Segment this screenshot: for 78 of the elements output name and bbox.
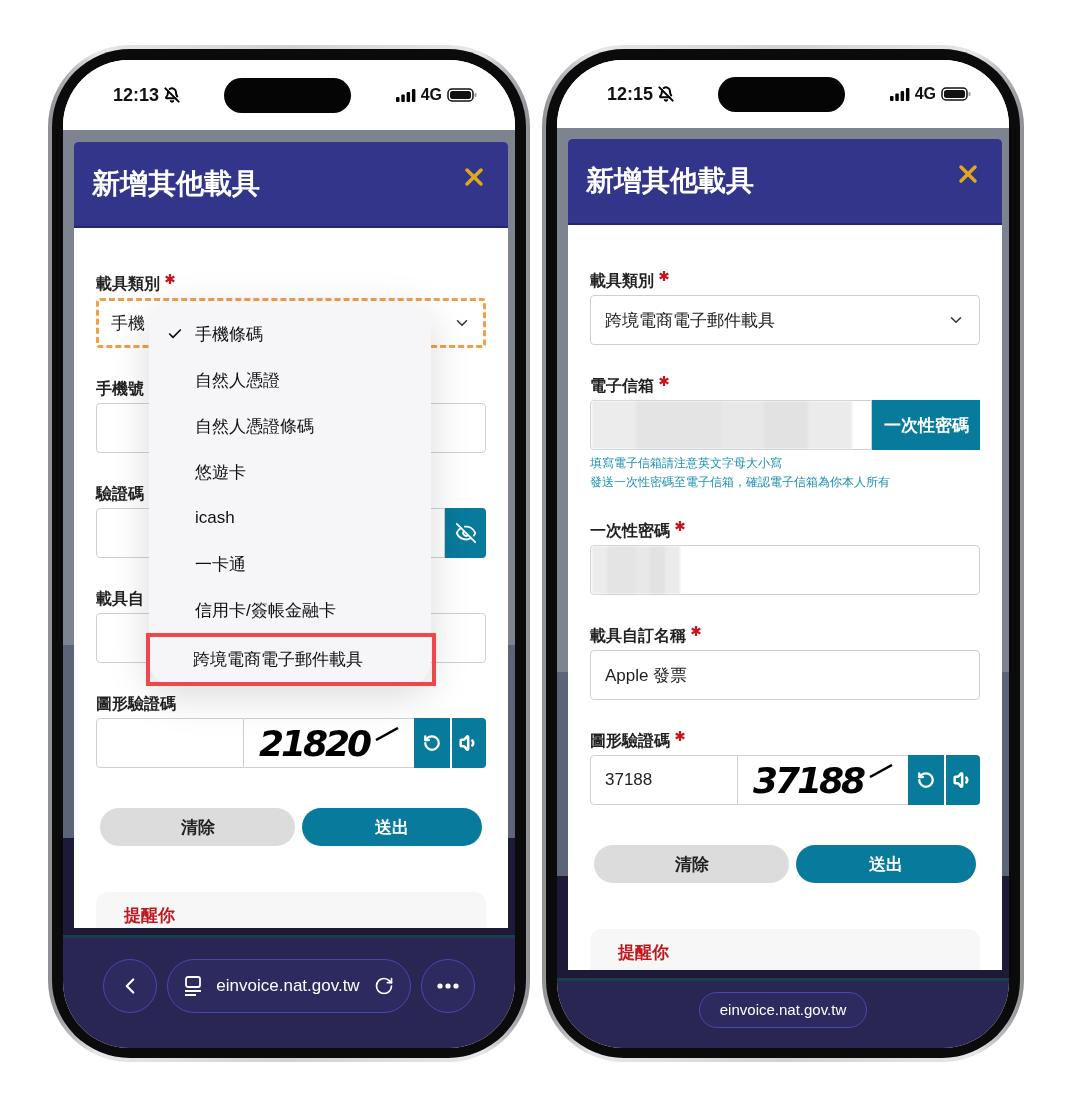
option-label: 跨境電商電子郵件載具 <box>193 649 363 671</box>
option-label: icash <box>195 508 235 528</box>
captcha-text: 37188 <box>752 759 864 801</box>
field-label: 一次性密碼 <box>590 521 670 541</box>
network-label: 4G <box>914 85 936 103</box>
field-label: 驗證碼 <box>96 484 144 504</box>
required-icon <box>675 521 685 531</box>
eye-off-icon <box>454 522 477 544</box>
refresh-icon <box>917 771 935 789</box>
status-time: 12:15 <box>607 83 654 105</box>
required-icon <box>659 376 669 386</box>
menu-option[interactable]: 悠遊卡 <box>149 449 431 495</box>
option-label: 信用卡/簽帳金融卡 <box>195 599 336 622</box>
url-text: einvoice.nat.gov.tw <box>216 976 360 996</box>
dialog-title: 新增其他載具 <box>92 167 260 201</box>
clear-button[interactable]: 清除 <box>100 808 295 846</box>
option-label: 悠遊卡 <box>195 461 246 484</box>
menu-option[interactable]: 自然人憑證 <box>149 357 431 403</box>
field-label: 圖形驗證碼 <box>590 731 670 751</box>
input-field[interactable]: Apple 發票 <box>590 650 980 700</box>
field-label: 圖形驗證碼 <box>96 694 176 714</box>
strike-line <box>375 727 400 741</box>
field-label: 載具自訂名稱 <box>590 626 686 646</box>
audio-button[interactable] <box>946 755 980 805</box>
hide-password-button[interactable] <box>445 508 486 558</box>
input-field[interactable] <box>590 545 980 595</box>
battery-icon <box>447 88 477 102</box>
notice-title: 提醒你 <box>618 943 669 962</box>
more-button[interactable] <box>420 959 475 1013</box>
url-field[interactable]: einvoice.nat.gov.tw <box>698 991 868 1028</box>
clear-button[interactable]: 清除 <box>594 845 789 883</box>
signal-icon <box>889 87 910 101</box>
bell-off-icon <box>164 87 181 103</box>
dialog-title: 新增其他載具 <box>586 164 754 198</box>
field-label: 電子信箱 <box>590 376 654 396</box>
signal-icon <box>395 88 416 102</box>
refresh-icon <box>423 734 441 752</box>
hint-text: 填寫電子信箱請注意英文字母大小寫 <box>590 455 783 471</box>
menu-option[interactable]: icash <box>149 495 431 541</box>
required-icon <box>691 626 701 636</box>
input-field[interactable]: 37188 <box>590 755 738 805</box>
submit-button[interactable]: 送出 <box>302 808 482 846</box>
notice-title: 提醒你 <box>124 906 175 925</box>
url-field[interactable]: einvoice.nat.gov.tw <box>167 959 411 1013</box>
option-label: 手機條碼 <box>195 323 263 346</box>
field-label: 載具類別 <box>590 271 654 291</box>
select-field[interactable]: 跨境電商電子郵件載具 <box>590 295 980 345</box>
submit-button[interactable]: 送出 <box>796 845 976 883</box>
required-icon <box>659 271 669 281</box>
audio-button[interactable] <box>452 718 486 768</box>
field-label: 載具類別 <box>96 274 160 294</box>
hint-text: 發送一次性密碼至電子信箱，確認電子信箱為你本人所有 <box>590 474 891 490</box>
option-label: 自然人憑證 <box>195 369 280 392</box>
menu-option[interactable]: 跨境電商電子郵件載具 <box>146 633 436 686</box>
input-field[interactable] <box>96 718 244 768</box>
option-label: 一卡通 <box>195 553 246 576</box>
captcha-text: 21820 <box>258 722 370 764</box>
refresh-button[interactable] <box>908 755 944 805</box>
strike-line <box>869 764 894 778</box>
field-label: 載具自 <box>96 589 144 609</box>
menu-option[interactable]: 信用卡/簽帳金融卡 <box>149 587 431 633</box>
menu-option[interactable]: 自然人憑證條碼 <box>149 403 431 449</box>
reload-icon <box>373 976 394 996</box>
required-icon <box>165 274 175 284</box>
send-password-button[interactable]: 一次性密碼 <box>872 400 980 450</box>
option-label: 自然人憑證條碼 <box>195 415 314 438</box>
menu-option[interactable]: 手機條碼 <box>149 311 431 357</box>
status-time: 12:13 <box>113 84 160 106</box>
network-label: 4G <box>420 86 442 104</box>
required-icon <box>675 731 685 741</box>
bell-off-icon <box>658 86 675 102</box>
url-text: einvoice.nat.gov.tw <box>719 1001 847 1018</box>
battery-icon <box>941 87 971 101</box>
refresh-button[interactable] <box>414 718 450 768</box>
more-icon <box>436 983 459 989</box>
menu-option[interactable]: 一卡通 <box>149 541 431 587</box>
field-label: 手機號 <box>96 379 144 399</box>
page-icon <box>184 976 203 996</box>
